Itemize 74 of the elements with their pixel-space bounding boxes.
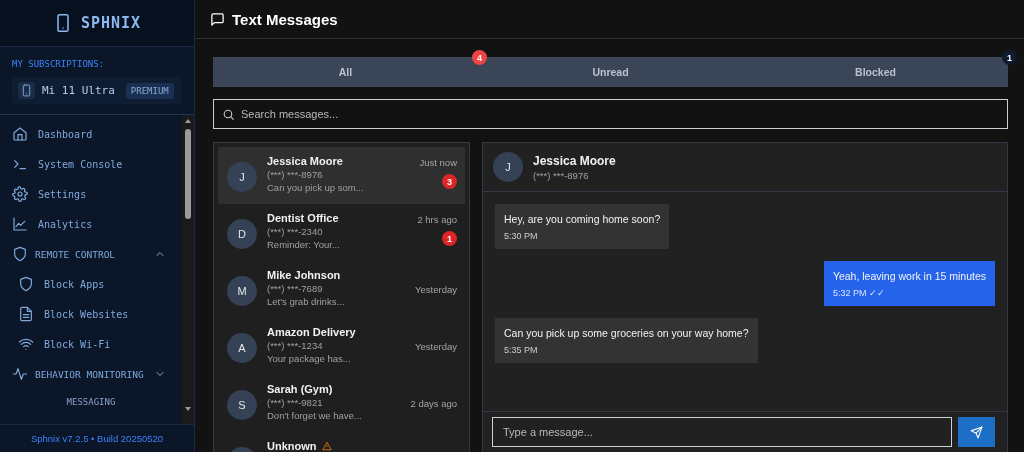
nav-item[interactable]: Settings [0,179,182,209]
contact-phone: (***) ***-8976 [533,169,590,181]
section-heading: MESSAGING [65,396,117,409]
device-name: Mi 11 Ultra [42,84,115,97]
message-preview: Reminder: Your... [267,239,341,250]
timestamp: 2 hrs ago [417,214,457,225]
message-time: 5:35 PM [504,345,539,355]
contact-phone: (***) ***-8976 [267,169,324,180]
message-time: 5:30 PM [504,231,539,241]
nav-item[interactable]: Dashboard [0,119,182,149]
shield-icon [12,246,28,262]
timestamp: Yesterday [415,284,457,295]
timestamp: 2 days ago [410,398,457,409]
contact-name: Dentist Office [267,212,339,224]
document-icon [18,306,34,322]
avatar: J [493,152,523,182]
nav-item[interactable]: Block Wi-Fi [0,329,182,359]
nav-group[interactable]: REMOTE CONTROL [0,239,182,269]
brand-name: SPHNIX [80,14,142,32]
settings-icon [12,186,28,202]
avatar: M [227,276,257,306]
nav-item[interactable]: Block Apps [0,269,182,299]
contact-phone: (***) ***-7689 [267,283,324,294]
contact-name: Amazon Delivery [267,326,356,338]
version-text: Sphnix v7.2.5 • Build 20250520 [0,424,194,452]
send-button[interactable] [958,417,995,447]
send-icon [970,425,983,439]
nav-group[interactable]: BEHAVIOR MONITORING [0,359,182,389]
page-title: Text Messages [232,10,338,28]
message-text: Can you pick up some groceries on your way home? [504,327,749,339]
pulse-icon [12,366,28,382]
contact-name: Sarah (Gym) [267,383,333,395]
message-time: 5:32 PM ✓✓ [832,288,886,298]
unread-badge: 3 [442,174,457,189]
timestamp: Just now [419,157,457,168]
nav-item[interactable]: Analytics [0,209,182,239]
nav-item[interactable]: System Console [0,149,182,179]
unread-badge: 1 [442,231,457,246]
avatar: J [227,162,257,192]
contact-name: Mike Johnson [267,269,341,281]
message-text: Yeah, leaving work in 15 minutes [832,270,986,282]
avatar: S [227,390,257,420]
message-preview: Don't forget we have... [267,410,363,421]
contact-phone: (***) ***-9821 [267,397,324,408]
conversation-item[interactable]: Unknown [218,432,465,452]
contact-phone: (***) ***-1234 [267,340,324,351]
conversation-item[interactable]: A Amazon Delivery (***) ***-1234 Your package has... Yesterday [218,318,465,375]
avatar: D [227,219,257,249]
conversation-item[interactable]: J Jessica Moore (***) ***-8976 Can you pick up som... Just now 3 [218,147,465,204]
nav-item[interactable]: Block Websites [0,299,182,329]
search-icon [222,107,235,121]
home-icon [12,126,28,142]
conversation-item[interactable]: S Sarah (Gym) (***) ***-9821 Don't forget we have... 2 days ago [218,375,465,432]
subscriptions-label: MY SUBSCRIPTIONS: [12,59,106,69]
phone-icon [20,84,33,97]
count-badge: 1 [1002,50,1017,65]
line-chart-icon [12,216,28,232]
contact-name: Jessica Moore [533,153,617,168]
timestamp: Yesterday [415,341,457,352]
plan-tag: PREMIUM [125,82,174,99]
message-preview: Let's grab drinks... [267,296,346,307]
message-preview: Can you pick up som... [267,182,365,193]
wifi-icon [18,336,34,352]
conversation-item[interactable]: M Mike Johnson (***) ***-7689 Let's grab drinks... Yesterday [218,261,465,318]
count-badge: 4 [472,50,487,65]
conversation-item[interactable]: D Dentist Office (***) ***-2340 Reminder: Your... 2 hrs ago 1 [218,204,465,261]
message-text: Hey, are you coming home soon? [504,213,661,225]
avatar: A [227,333,257,363]
contact-name: Unknown [267,440,317,452]
contact-name: Jessica Moore [267,155,343,167]
chat-bubble-icon [210,11,225,27]
shield-icon [18,276,34,292]
message-preview: Your package has... [267,353,352,364]
contact-phone: (***) ***-2340 [267,226,324,237]
